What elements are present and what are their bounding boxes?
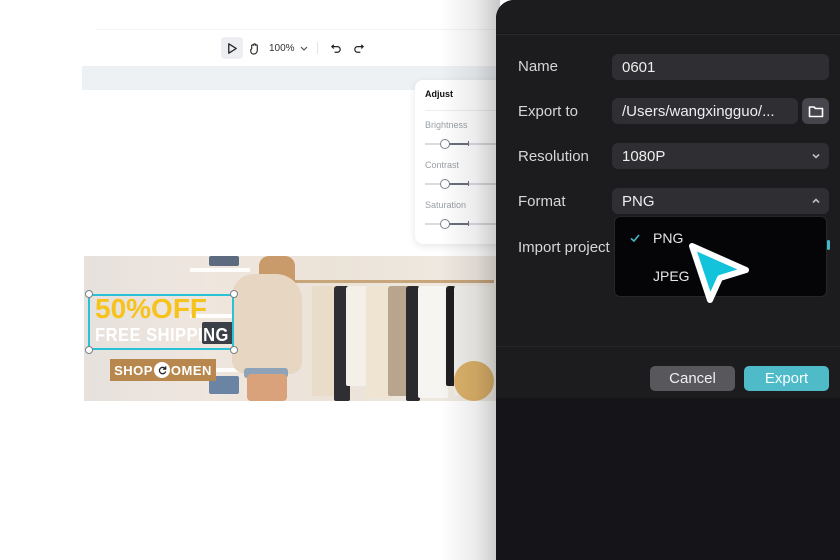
resolution-value: 1080P [622, 147, 666, 165]
export-to-label: Export to [518, 103, 579, 120]
redo-button[interactable] [348, 37, 370, 59]
folder-icon [808, 105, 823, 117]
shelf [190, 268, 250, 272]
folded-jeans [209, 256, 239, 266]
format-label: Format [518, 193, 566, 210]
canvas-toolbar: 100% [221, 36, 370, 60]
redo-icon [354, 43, 365, 53]
chevron-up-icon [812, 198, 820, 204]
pointer-icon [227, 42, 237, 54]
dialog-header [496, 0, 840, 33]
format-value: PNG [622, 192, 655, 210]
chevron-down-icon [812, 153, 820, 159]
hand-tool-button[interactable] [243, 37, 265, 59]
resize-handle-tr[interactable] [230, 290, 238, 298]
footer-divider [496, 346, 840, 347]
check-icon [630, 234, 640, 243]
person-legs [247, 374, 287, 401]
export-dialog: Name 0601 Export to /Users/wangxingguo/.… [496, 0, 840, 560]
format-option-label: PNG [653, 230, 684, 246]
browse-folder-button[interactable] [802, 98, 829, 124]
resize-handle-br[interactable] [230, 346, 238, 354]
resize-handle-bl[interactable] [85, 346, 93, 354]
text-selection-box[interactable] [88, 294, 234, 350]
rotate-glyph [158, 365, 166, 374]
rotate-icon[interactable] [154, 362, 170, 378]
person-sweater [232, 274, 302, 374]
zoom-level[interactable]: 100% [269, 43, 295, 54]
mouse-cursor-icon [689, 243, 749, 303]
dialog-shadow [440, 0, 500, 560]
hanging-clothes [346, 286, 368, 386]
resize-handle-tl[interactable] [85, 290, 93, 298]
resolution-label: Resolution [518, 148, 589, 165]
cancel-button[interactable]: Cancel [650, 366, 735, 391]
name-value: 0601 [622, 58, 656, 76]
cta-text-left: SHOP [114, 362, 153, 378]
export-path-input[interactable]: /Users/wangxingguo/... [612, 98, 798, 124]
undo-button[interactable] [326, 37, 348, 59]
format-select[interactable]: PNG [612, 188, 829, 214]
export-path-value: /Users/wangxingguo/... [622, 102, 775, 120]
export-button[interactable]: Export [744, 366, 829, 391]
chevron-down-icon[interactable] [299, 43, 309, 53]
import-project-toggle[interactable] [827, 240, 830, 250]
resolution-select[interactable]: 1080P [612, 143, 829, 169]
toolbar-divider [316, 42, 318, 54]
cta-text-right: OMEN [170, 362, 212, 378]
name-label: Name [518, 58, 559, 75]
select-tool-button[interactable] [221, 37, 243, 59]
hand-icon [249, 42, 258, 55]
name-input[interactable]: 0601 [612, 54, 829, 80]
import-project-label: Import project [518, 239, 610, 256]
undo-icon [331, 43, 341, 53]
